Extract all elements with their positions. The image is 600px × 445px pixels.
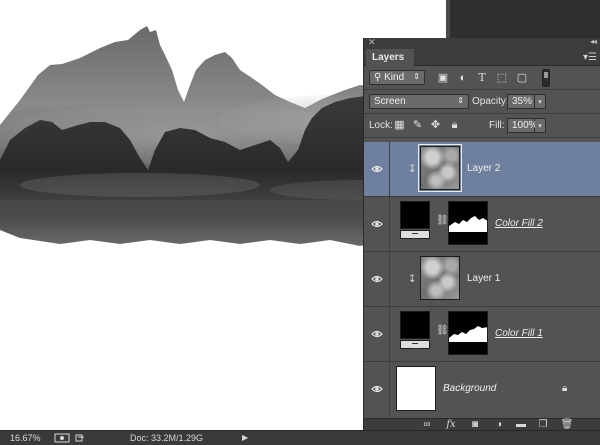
- layer-name[interactable]: Layer 1: [467, 273, 500, 284]
- blend-mode-select[interactable]: Screen ⇕: [369, 94, 469, 109]
- smart-object-filter-icon[interactable]: ▢: [516, 72, 528, 84]
- lock-all-icon[interactable]: 🔒︎: [449, 120, 460, 131]
- layer-name[interactable]: Layer 2: [467, 163, 500, 174]
- fill-field[interactable]: 100%: [507, 118, 538, 133]
- blend-opacity-row: Screen ⇕ Opacity: 35% ▾: [364, 90, 600, 114]
- opacity-label: Opacity:: [472, 96, 509, 107]
- layer-row-background[interactable]: Background 🔒︎: [364, 362, 600, 417]
- clipping-mask-arrow-icon: ↧: [408, 274, 417, 285]
- row-divider: [389, 142, 390, 197]
- fill-layer-icon: [400, 230, 430, 239]
- fill-dropdown-arrow[interactable]: ▾: [535, 118, 546, 133]
- lock-transparent-pixels-icon[interactable]: ▦: [394, 120, 405, 131]
- layer-name[interactable]: Color Fill 1: [495, 328, 543, 339]
- layers-panel: ✕ ◂◂ Layers ▾☰ ⚲ Kind ⇕ ▣ ◐ T ⬚ ▢ Screen…: [363, 37, 600, 430]
- layer-filter-row: ⚲ Kind ⇕ ▣ ◐ T ⬚ ▢: [364, 66, 600, 90]
- layer-locked-icon: 🔒︎: [562, 383, 568, 394]
- search-icon: ⚲: [374, 72, 382, 83]
- zoom-level[interactable]: 16.67%: [10, 433, 41, 443]
- row-divider: [389, 197, 390, 252]
- layer-mask-thumbnail[interactable]: [448, 311, 488, 355]
- updown-arrows-icon: ⇕: [413, 72, 420, 81]
- layer-row-color-fill-1[interactable]: ⛓ Color Fill 1: [364, 307, 600, 362]
- visibility-eye-icon[interactable]: [371, 328, 383, 340]
- blend-mode-value: Screen: [374, 96, 406, 107]
- panel-titlebar: ✕ ◂◂: [364, 37, 600, 49]
- lock-fill-row: Lock: ▦ ✎ ✥ 🔒︎ Fill: 100% ▾: [364, 114, 600, 138]
- lock-image-pixels-icon[interactable]: ✎: [412, 120, 423, 131]
- status-bar: 16.67% Doc: 33.2M/1.29G ▶: [0, 430, 600, 445]
- panel-menu-icon[interactable]: ▾☰: [583, 52, 597, 63]
- layer-thumbnail[interactable]: [420, 256, 460, 300]
- layer-name[interactable]: Background: [443, 383, 496, 394]
- mask-link-chain-icon[interactable]: ⛓: [436, 215, 449, 226]
- row-divider: [389, 252, 390, 307]
- opacity-field[interactable]: 35%: [507, 94, 535, 109]
- image-filter-icon[interactable]: ▣: [437, 72, 449, 84]
- document-size: Doc: 33.2M/1.29G: [130, 433, 204, 443]
- row-divider: [389, 362, 390, 417]
- close-panel-icon[interactable]: ✕: [368, 37, 376, 48]
- clipping-mask-arrow-icon: ↧: [408, 164, 417, 175]
- layer-thumbnail[interactable]: [396, 366, 436, 411]
- row-divider: [389, 307, 390, 362]
- panel-tabbar: Layers ▾☰: [364, 49, 600, 66]
- fill-label: Fill:: [489, 120, 505, 131]
- type-filter-icon[interactable]: T: [476, 72, 488, 84]
- filter-kind-select[interactable]: ⚲ Kind ⇕: [369, 70, 425, 85]
- fill-color-thumbnail[interactable]: [400, 201, 430, 229]
- collapse-panel-icon[interactable]: ◂◂: [590, 37, 597, 46]
- visibility-eye-icon[interactable]: [371, 163, 383, 175]
- fill-layer-icon: [400, 340, 430, 349]
- layer-thumbnail[interactable]: [418, 144, 462, 192]
- mask-link-chain-icon[interactable]: ⛓: [436, 325, 449, 336]
- fill-color-thumbnail[interactable]: [400, 311, 430, 339]
- lock-label: Lock:: [369, 120, 393, 131]
- opacity-dropdown-arrow[interactable]: ▾: [535, 94, 546, 109]
- filter-toggle-switch[interactable]: [542, 69, 550, 87]
- tab-layers[interactable]: Layers: [366, 49, 414, 66]
- updown-arrows-icon: ⇕: [457, 96, 464, 105]
- shape-filter-icon[interactable]: ⬚: [496, 72, 508, 84]
- layer-row-color-fill-2[interactable]: ⛓ Color Fill 2: [364, 197, 600, 252]
- filter-kind-label: Kind: [384, 72, 405, 83]
- mask-shape: [449, 216, 487, 232]
- canvas-edge: [446, 0, 450, 38]
- layer-row-layer-2[interactable]: ↧ Layer 2: [364, 142, 600, 197]
- workspace-background: [448, 0, 600, 38]
- layers-list: ↧ Layer 2 ⛓ Color Fill 2 ↧ Layer 1 ⛓ Col…: [364, 142, 600, 418]
- status-share-icon[interactable]: [54, 433, 88, 443]
- visibility-eye-icon[interactable]: [371, 273, 383, 285]
- layer-mask-thumbnail[interactable]: [448, 201, 488, 245]
- layer-row-layer-1[interactable]: ↧ Layer 1: [364, 252, 600, 307]
- layer-name[interactable]: Color Fill 2: [495, 218, 543, 229]
- lock-position-icon[interactable]: ✥: [430, 120, 441, 131]
- layers-panel-footer: ∞ fx ◙ ◑ ▬ ❐ 🗑︎: [364, 418, 600, 430]
- status-menu-arrow-icon[interactable]: ▶: [242, 433, 248, 442]
- visibility-eye-icon[interactable]: [371, 383, 383, 395]
- visibility-eye-icon[interactable]: [371, 218, 383, 230]
- adjustment-filter-icon[interactable]: ◐: [457, 72, 469, 84]
- mask-shape: [449, 326, 487, 342]
